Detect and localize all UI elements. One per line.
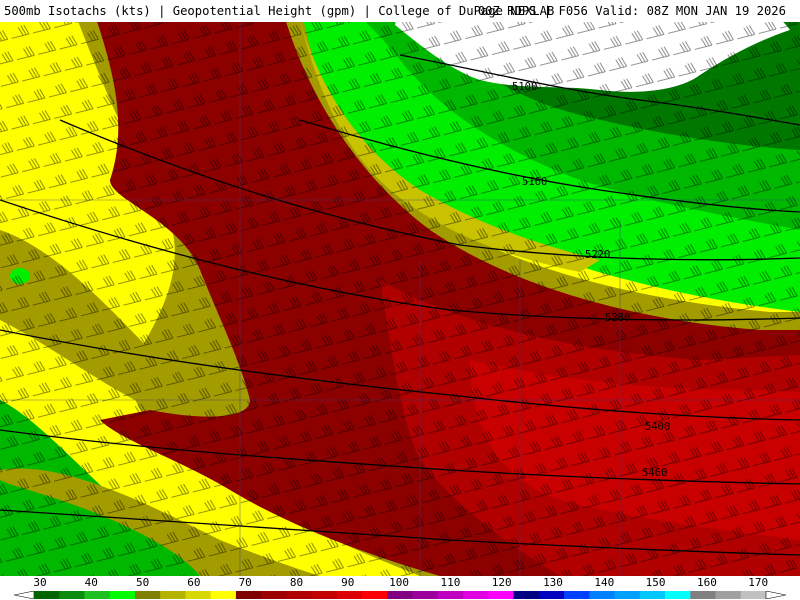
legend-tick-labels: 30 40 50 60 70 80 90 100 110 120 130 140 150 160 170 [0, 576, 800, 590]
contour-label-5400: 5400 [645, 421, 670, 433]
legend-tick-90: 90 [341, 576, 355, 589]
legend-color-bar [14, 591, 786, 599]
legend-tick-60: 60 [187, 576, 201, 589]
legend-swatch-17 [463, 591, 489, 599]
legend-swatch-4 [134, 591, 161, 599]
legend-swatch-2 [84, 591, 111, 599]
legend-tick-120: 120 [491, 576, 512, 589]
legend-swatch-12 [336, 591, 363, 599]
legend-swatch-25 [665, 591, 691, 599]
legend-swatch-21 [564, 591, 590, 599]
legend-arrow-right [765, 591, 786, 599]
header-run-valid-time: 00Z RDPS | F056 Valid: 08Z MON JAN 19 20… [477, 4, 786, 18]
color-scale-legend: 30 40 50 60 70 80 90 100 110 120 130 140 150 160 170 [0, 576, 800, 600]
contour-label-5220: 5220 [585, 249, 610, 261]
legend-swatch-28 [740, 591, 767, 599]
legend-swatch-15 [412, 591, 439, 599]
legend-tick-100: 100 [389, 576, 410, 589]
legend-tick-50: 50 [135, 576, 150, 589]
legend-tick-30: 30 [33, 576, 47, 589]
legend-swatch-13 [362, 591, 388, 599]
header-product-title: 500mb Isotachs (kts) | Geopotential Heig… [4, 4, 555, 18]
legend-arrow-left [14, 591, 35, 599]
legend-swatch-10 [286, 591, 313, 599]
legend-swatch-7 [210, 591, 237, 599]
isotach-map: 5100 5160 5220 5280 5400 5460 [0, 0, 800, 576]
legend-swatch-19 [513, 591, 540, 599]
legend-swatch-16 [437, 591, 464, 599]
legend-swatch-8 [235, 591, 262, 599]
legend-tick-140: 140 [594, 576, 615, 589]
contour-label-5280: 5280 [605, 312, 630, 324]
legend-swatch-5 [160, 591, 186, 599]
legend-swatch-24 [639, 591, 666, 599]
map-header: 500mb Isotachs (kts) | Geopotential Heig… [0, 0, 800, 22]
wind-barbs-overlay [0, 0, 800, 576]
legend-swatch-6 [185, 591, 212, 599]
legend-swatch-23 [614, 591, 641, 599]
contour-label-5100: 5100 [512, 81, 537, 93]
legend-tick-80: 80 [289, 576, 304, 589]
legend-swatch-11 [311, 591, 338, 599]
legend-swatch-27 [715, 591, 742, 599]
legend-tick-70: 70 [238, 576, 252, 589]
legend-swatch-3 [109, 591, 136, 599]
contour-label-5460: 5460 [642, 467, 667, 479]
legend-swatch-14 [387, 591, 414, 599]
legend-swatch-0 [34, 591, 60, 599]
legend-tick-160: 160 [696, 576, 717, 589]
map-panel: 5100 5160 5220 5280 5400 5460 [0, 0, 800, 576]
legend-swatch-22 [589, 591, 616, 599]
legend-swatch-26 [690, 591, 717, 599]
legend-tick-170: 170 [748, 576, 769, 589]
legend-tick-130: 130 [543, 576, 563, 589]
legend-swatch-1 [59, 591, 85, 599]
legend-tick-40: 40 [84, 576, 98, 589]
contour-label-5160: 5160 [522, 176, 547, 188]
legend-swatch-9 [261, 591, 287, 599]
legend-swatch-18 [488, 591, 515, 599]
legend-tick-150: 150 [645, 576, 666, 589]
legend-tick-110: 110 [440, 576, 461, 589]
legend-swatch-20 [538, 591, 565, 599]
